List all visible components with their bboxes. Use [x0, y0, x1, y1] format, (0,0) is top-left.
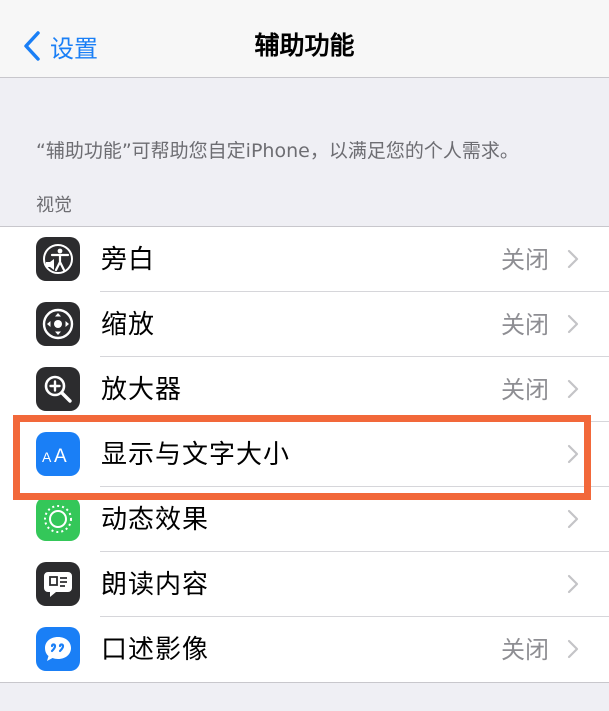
- zoom-icon: [36, 302, 80, 346]
- audio-descriptions-icon: [36, 627, 80, 671]
- chevron-right-icon: [567, 444, 579, 464]
- chevron-right-icon: [567, 314, 579, 334]
- page-title: 辅助功能: [254, 31, 355, 60]
- settings-list: 旁白 关闭 缩放 关闭 放大器 关闭 A A 显示与文字大小 动态效果 朗读内容…: [0, 226, 609, 683]
- chevron-right-icon: [567, 249, 579, 269]
- magnifier-icon: [36, 367, 80, 411]
- spoken-content-icon: [36, 562, 80, 606]
- settings-row-magnifier[interactable]: 放大器 关闭: [0, 357, 609, 422]
- row-label: 旁白: [101, 245, 156, 275]
- svg-text:A: A: [54, 446, 67, 466]
- row-value: 关闭: [501, 311, 549, 339]
- navigation-bar: 设置 辅助功能: [0, 0, 609, 78]
- voiceover-icon: [36, 237, 80, 281]
- settings-row-spoken-content[interactable]: 朗读内容: [0, 552, 609, 617]
- settings-row-zoom[interactable]: 缩放 关闭: [0, 292, 609, 357]
- text-size-icon: A A: [36, 432, 80, 476]
- section-header-vision: 视觉: [36, 195, 72, 216]
- row-label: 动态效果: [101, 505, 210, 535]
- chevron-right-icon: [567, 639, 579, 659]
- settings-row-motion[interactable]: 动态效果: [0, 487, 609, 552]
- row-label: 显示与文字大小: [101, 440, 291, 470]
- settings-row-voiceover[interactable]: 旁白 关闭: [0, 227, 609, 292]
- chevron-right-icon: [567, 379, 579, 399]
- row-label: 口述影像: [101, 635, 210, 665]
- settings-row-audio-descriptions[interactable]: 口述影像 关闭: [0, 617, 609, 682]
- row-label: 朗读内容: [101, 570, 210, 600]
- row-value: 关闭: [501, 636, 549, 664]
- row-label: 放大器: [101, 375, 183, 405]
- row-value: 关闭: [501, 376, 549, 404]
- motion-icon: [36, 497, 80, 541]
- row-label: 缩放: [101, 310, 156, 340]
- chevron-right-icon: [567, 574, 579, 594]
- chevron-right-icon: [567, 509, 579, 529]
- settings-row-display-text-size[interactable]: A A 显示与文字大小: [0, 422, 609, 487]
- svg-text:A: A: [42, 449, 52, 465]
- row-value: 关闭: [501, 246, 549, 274]
- description-text: “辅助功能”可帮助您自定iPhone，以满足您的个人需求。: [36, 140, 519, 162]
